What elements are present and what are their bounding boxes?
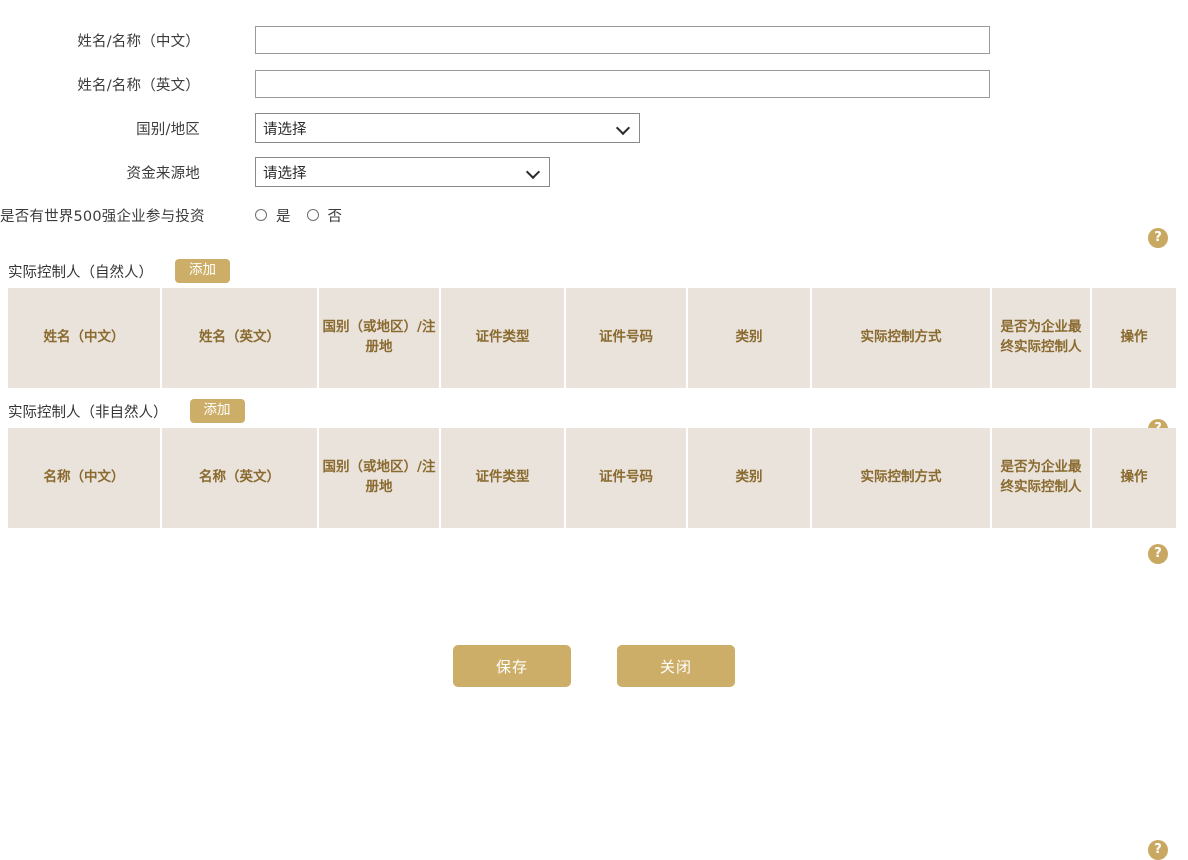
control-name-en	[255, 70, 990, 98]
form-row-fund-source: 资金来源地 请选择 ?	[0, 150, 1188, 345]
column-header: 是否为企业最终实际控制人	[992, 428, 1090, 528]
section-controller-natural: 实际控制人（自然人） 添加 ? 姓名（中文） 姓名（英文） 国别（或地区）/注册…	[0, 254, 1188, 564]
fund-source-select-value: 请选择	[263, 165, 307, 182]
column-header: 国别（或地区）/注册地	[319, 288, 439, 388]
chevron-down-icon	[527, 165, 541, 179]
column-header: 姓名（英文）	[162, 288, 317, 388]
add-nonnatural-controller-button[interactable]: 添加	[189, 398, 245, 424]
close-button[interactable]: 关闭	[617, 645, 735, 687]
label-name-cn: 姓名/名称（中文）	[77, 33, 200, 50]
radio-label-yes: 是	[276, 208, 291, 225]
section-controller-nonnatural: 实际控制人（非自然人） 添加 ? 名称（中文） 名称（英文） 国别（或地区）/注…	[0, 394, 1188, 860]
section-head-nonnatural: 实际控制人（非自然人） 添加	[0, 394, 1188, 428]
column-header: 操作	[1092, 428, 1176, 528]
control-name-cn	[255, 26, 990, 54]
radio-label-no: 否	[327, 208, 343, 225]
column-header: 证件号码	[566, 428, 686, 528]
form-row-fortune500: 是否有世界500强企业参与投资 是 否 ?	[0, 194, 1188, 439]
column-header: 名称（英文）	[162, 428, 317, 528]
label-fund-source: 资金来源地	[126, 165, 200, 182]
column-header: 是否为企业最终实际控制人	[992, 288, 1090, 388]
control-country: 请选择	[255, 113, 640, 143]
country-select-value: 请选择	[263, 121, 307, 138]
column-header: 国别（或地区）/注册地	[319, 428, 439, 528]
form-row-country: 国别/地区 请选择 ?	[0, 106, 1188, 248]
column-header: 类别	[688, 288, 810, 388]
radio-option-no[interactable]: 否	[306, 205, 343, 226]
footer-actions: 保存 关闭	[0, 645, 1188, 687]
label-name-en: 姓名/名称（英文）	[77, 77, 200, 94]
radio-option-yes[interactable]: 是	[255, 205, 291, 226]
column-header: 操作	[1092, 288, 1176, 388]
help-icon-natural-section[interactable]: ?	[1148, 544, 1168, 564]
name-cn-input[interactable]	[255, 26, 990, 54]
fund-source-select[interactable]: 请选择	[255, 157, 550, 187]
radio-dot-yes[interactable]	[255, 209, 267, 221]
help-icon-nonnatural-section[interactable]: ?	[1148, 840, 1168, 860]
column-header: 证件类型	[441, 428, 564, 528]
add-natural-controller-button[interactable]: 添加	[175, 258, 230, 284]
control-fund-source: 请选择	[255, 157, 550, 187]
form-row-name-en: 姓名/名称（英文）	[0, 62, 1188, 106]
save-button[interactable]: 保存	[453, 645, 571, 687]
table-header-row: 名称（中文） 名称（英文） 国别（或地区）/注册地 证件类型 证件号码 类别 实…	[8, 428, 1176, 528]
fortune500-radio-group: 是 否	[255, 205, 358, 226]
column-header: 实际控制方式	[812, 428, 990, 528]
column-header: 类别	[688, 428, 810, 528]
table-controller-natural: 姓名（中文） 姓名（英文） 国别（或地区）/注册地 证件类型 证件号码 类别 实…	[6, 288, 1178, 388]
section-title-natural: 实际控制人（自然人）	[8, 264, 153, 281]
column-header: 姓名（中文）	[8, 288, 160, 388]
table-header-row: 姓名（中文） 姓名（英文） 国别（或地区）/注册地 证件类型 证件号码 类别 实…	[8, 288, 1176, 388]
table-controller-nonnatural: 名称（中文） 名称（英文） 国别（或地区）/注册地 证件类型 证件号码 类别 实…	[6, 428, 1178, 528]
label-country: 国别/地区	[136, 121, 200, 138]
investor-form: 姓名/名称（中文） 姓名/名称（英文） 国别/地区 请选择 ? 资金来源地 请选…	[0, 0, 1188, 439]
column-header: 实际控制方式	[812, 288, 990, 388]
name-en-input[interactable]	[255, 70, 990, 98]
form-row-name-cn: 姓名/名称（中文）	[0, 18, 1188, 62]
chevron-down-icon	[617, 121, 631, 135]
column-header: 证件号码	[566, 288, 686, 388]
country-select[interactable]: 请选择	[255, 113, 640, 143]
column-header: 证件类型	[441, 288, 564, 388]
label-fortune500: 是否有世界500强企业参与投资	[0, 208, 205, 225]
section-title-nonnatural: 实际控制人（非自然人）	[8, 404, 168, 421]
section-head-natural: 实际控制人（自然人） 添加	[0, 254, 1188, 288]
radio-dot-no[interactable]	[306, 209, 319, 221]
column-header: 名称（中文）	[8, 428, 160, 528]
